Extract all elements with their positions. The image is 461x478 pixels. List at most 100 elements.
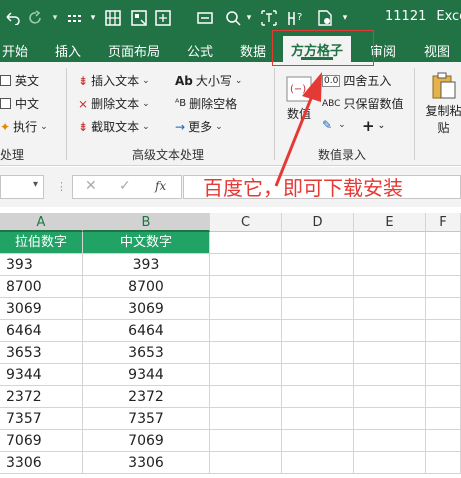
table-cell[interactable]: 2372 <box>0 386 83 408</box>
table-cell[interactable] <box>210 320 282 342</box>
edit-dropdown-button[interactable]: ✎ ⌄ <box>322 118 346 132</box>
table-cell[interactable] <box>282 320 354 342</box>
redo-dropdown-icon[interactable]: ▾ <box>50 8 60 28</box>
chinese-button[interactable]: 中文 <box>0 95 39 112</box>
keep-numbers-button[interactable]: ABC 只保留数值 <box>322 95 403 112</box>
table-cell[interactable] <box>210 298 282 320</box>
table-cell[interactable]: 9344 <box>83 364 210 386</box>
table-cell[interactable]: 3069 <box>0 298 83 320</box>
table-cell[interactable] <box>210 452 282 474</box>
grid-icon[interactable] <box>64 8 86 28</box>
fx-icon[interactable]: fx <box>155 179 166 193</box>
table-cell[interactable] <box>210 254 282 276</box>
header-cell[interactable] <box>354 232 426 254</box>
table-cell[interactable] <box>426 452 461 474</box>
table-cell[interactable] <box>426 364 461 386</box>
table-icon[interactable] <box>102 8 124 28</box>
table-cell[interactable] <box>426 430 461 452</box>
confirm-icon[interactable]: ✓ <box>119 178 131 194</box>
table-cell[interactable]: 6464 <box>0 320 83 342</box>
doc-icon[interactable] <box>314 8 336 28</box>
header-cell[interactable]: 拉伯数字 <box>0 232 83 254</box>
table-cell[interactable]: 9344 <box>0 364 83 386</box>
header-cell[interactable] <box>426 232 461 254</box>
table-cell[interactable] <box>282 276 354 298</box>
insert-text-button[interactable]: ⇟ 插入文本 ⌄ <box>78 72 150 89</box>
tab-view[interactable]: 视图 <box>424 41 450 60</box>
column-header-f[interactable]: F <box>426 213 461 232</box>
chevron-down-icon[interactable]: ▾ <box>33 179 38 190</box>
delete-text-button[interactable]: ⨯ 删除文本 ⌄ <box>78 95 150 112</box>
table-cell[interactable] <box>354 298 426 320</box>
column-header-c[interactable]: C <box>210 213 282 232</box>
table-cell[interactable]: 3653 <box>83 342 210 364</box>
text-icon[interactable] <box>258 8 280 28</box>
column-header-b[interactable]: B <box>83 213 210 232</box>
numeric-button[interactable]: (−) 数值 <box>284 76 314 122</box>
table-cell[interactable] <box>354 408 426 430</box>
table-cell[interactable] <box>426 342 461 364</box>
find-dropdown-icon[interactable]: ▾ <box>244 8 254 28</box>
table-cell[interactable]: 3653 <box>0 342 83 364</box>
table-cell[interactable] <box>354 364 426 386</box>
grid-dropdown-icon[interactable]: ▾ <box>88 8 98 28</box>
help-icon[interactable]: ? <box>286 8 308 28</box>
table-cell[interactable] <box>354 342 426 364</box>
table-cell[interactable] <box>354 430 426 452</box>
table-cell[interactable] <box>426 386 461 408</box>
table-cell[interactable]: 7357 <box>0 408 83 430</box>
header-cell[interactable] <box>210 232 282 254</box>
grip-icon[interactable]: ⋮ <box>56 180 67 193</box>
tab-insert[interactable]: 插入 <box>55 41 81 60</box>
table-cell[interactable]: 6464 <box>83 320 210 342</box>
table-cell[interactable] <box>282 386 354 408</box>
table-cell[interactable]: 2372 <box>83 386 210 408</box>
copy-paste-button[interactable]: 复制粘 贴 <box>426 72 461 136</box>
table-cell[interactable] <box>354 386 426 408</box>
table-cell[interactable] <box>282 254 354 276</box>
column-header-a[interactable]: A <box>0 213 83 232</box>
table-cell[interactable] <box>354 276 426 298</box>
tab-data[interactable]: 数据 <box>240 41 266 60</box>
table-cell[interactable]: 393 <box>0 254 83 276</box>
table-cell[interactable] <box>282 364 354 386</box>
name-box[interactable]: ▾ <box>0 175 44 199</box>
table-cell[interactable] <box>210 430 282 452</box>
table-cell[interactable] <box>426 276 461 298</box>
execute-button[interactable]: ✦ 执行 ⌄ <box>0 118 48 135</box>
table-cell[interactable] <box>426 408 461 430</box>
search-cell-icon[interactable] <box>152 8 174 28</box>
tab-formulas[interactable]: 公式 <box>187 41 213 60</box>
doc-dropdown-icon[interactable]: ▾ <box>340 8 350 28</box>
table-cell[interactable]: 3069 <box>83 298 210 320</box>
table-cell[interactable]: 8700 <box>0 276 83 298</box>
table-cell[interactable] <box>426 298 461 320</box>
table-cell[interactable]: 3306 <box>83 452 210 474</box>
redo-icon[interactable] <box>24 8 46 28</box>
table-cell[interactable]: 393 <box>83 254 210 276</box>
table-cell[interactable]: 7069 <box>83 430 210 452</box>
table-cell[interactable] <box>210 408 282 430</box>
case-button[interactable]: Ab 大小写 ⌄ <box>175 72 242 89</box>
table-cell[interactable] <box>354 320 426 342</box>
cancel-icon[interactable]: ✕ <box>85 178 97 194</box>
find-icon[interactable] <box>222 8 244 28</box>
table-cell[interactable] <box>282 342 354 364</box>
table-cell[interactable] <box>210 386 282 408</box>
plus-button[interactable]: + ⌄ <box>362 117 385 135</box>
undo-icon[interactable] <box>2 8 24 28</box>
header-cell[interactable]: 中文数字 <box>83 232 210 254</box>
column-header-e[interactable]: E <box>354 213 426 232</box>
delete-spaces-button[interactable]: ᴬB 删除空格 <box>175 95 237 112</box>
table-cell[interactable] <box>354 254 426 276</box>
header-cell[interactable] <box>282 232 354 254</box>
more-button[interactable]: → 更多 ⌄ <box>175 118 223 135</box>
english-button[interactable]: 英文 <box>0 72 39 89</box>
table-cell[interactable]: 8700 <box>83 276 210 298</box>
table-cell[interactable] <box>210 342 282 364</box>
table-cell[interactable] <box>210 364 282 386</box>
table-cell[interactable] <box>282 298 354 320</box>
table-cell[interactable]: 3306 <box>0 452 83 474</box>
cut-text-button[interactable]: ⇟ 截取文本 ⌄ <box>78 118 150 135</box>
table-cell[interactable] <box>426 254 461 276</box>
